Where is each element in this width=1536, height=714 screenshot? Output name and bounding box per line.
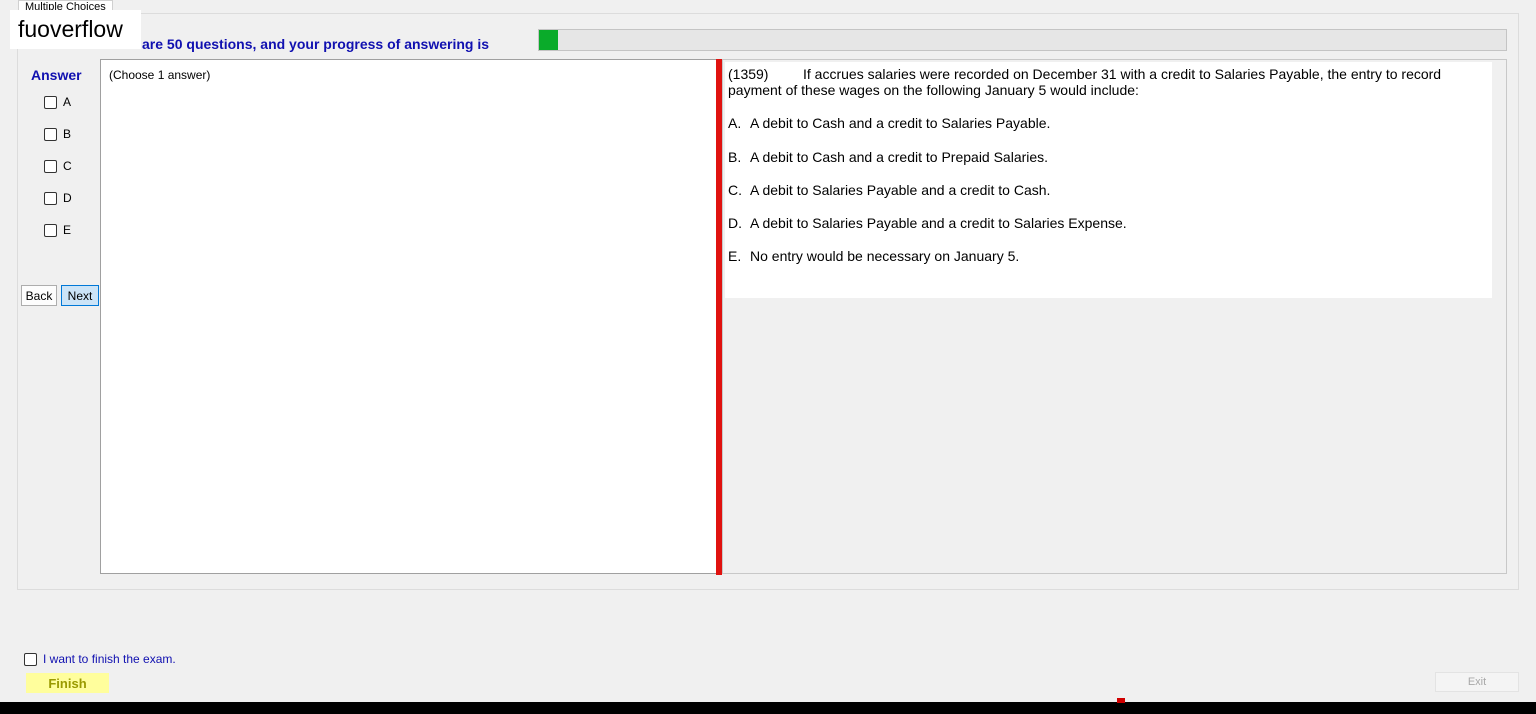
choice-letter: B.: [728, 149, 742, 165]
answer-checkbox-e[interactable]: [44, 223, 57, 237]
exit-button[interactable]: Exit: [1435, 672, 1519, 692]
choice-text: A debit to Cash and a credit to Prepaid …: [750, 149, 1049, 165]
question-text: If accrues salaries were recorded on Dec…: [728, 66, 1442, 98]
choose-instruction: (Choose 1 answer): [109, 68, 211, 82]
back-button[interactable]: Back: [21, 285, 57, 306]
finish-button[interactable]: Finish: [26, 673, 109, 693]
answer-option-d[interactable]: D: [44, 191, 72, 205]
answer-option-label: A: [63, 95, 72, 109]
answer-option-label: B: [63, 127, 72, 141]
progress-bar: [538, 29, 1507, 51]
question-number: (1359): [728, 66, 769, 82]
choice-letter: E.: [728, 248, 742, 264]
choice-letter: A.: [728, 115, 742, 131]
finish-exam-checkbox[interactable]: [24, 652, 37, 666]
answer-checkbox-d[interactable]: [44, 191, 57, 205]
answer-checkbox-a[interactable]: [44, 95, 57, 109]
answer-pane[interactable]: (Choose 1 answer): [100, 59, 717, 574]
finish-exam-option[interactable]: I want to finish the exam.: [24, 652, 176, 666]
choice-text: A debit to Cash and a credit to Salaries…: [750, 115, 1051, 131]
question-pane[interactable]: (1359) If accrues salaries were recorded …: [722, 59, 1507, 574]
answer-option-label: E: [63, 223, 72, 237]
answer-option-e[interactable]: E: [44, 223, 71, 237]
answer-option-label: C: [63, 159, 72, 173]
watermark: fuoverflow: [10, 10, 141, 49]
choice-text: A debit to Salaries Payable and a credit…: [750, 215, 1127, 231]
answer-heading: Answer: [31, 67, 82, 83]
question-choice: E. No entry would be necessary on January…: [728, 248, 1019, 264]
finish-exam-label: I want to finish the exam.: [43, 652, 176, 666]
answer-checkbox-b[interactable]: [44, 127, 57, 141]
progress-text: There are 50 questions, and your progres…: [100, 36, 489, 52]
question-choice: C. A debit to Salaries Payable and a cred…: [728, 182, 1050, 198]
choice-text: No entry would be necessary on January 5…: [750, 248, 1020, 264]
question-stem: (1359) If accrues salaries were recorded …: [728, 66, 1468, 98]
choice-letter: D.: [728, 215, 742, 231]
next-button[interactable]: Next: [61, 285, 99, 306]
choice-letter: C.: [728, 182, 742, 198]
question-box: (1359) If accrues salaries were recorded …: [725, 62, 1492, 298]
taskbar-indicator: [1117, 698, 1125, 703]
question-choice: A. A debit to Cash and a credit to Salari…: [728, 115, 1050, 131]
choice-text: A debit to Salaries Payable and a credit…: [750, 182, 1051, 198]
answer-option-b[interactable]: B: [44, 127, 71, 141]
question-choice: D. A debit to Salaries Payable and a cred…: [728, 215, 1127, 231]
answer-option-c[interactable]: C: [44, 159, 72, 173]
answer-checkbox-c[interactable]: [44, 159, 57, 173]
answer-option-label: D: [63, 191, 72, 205]
taskbar-strip: [0, 702, 1536, 714]
answer-option-a[interactable]: A: [44, 95, 71, 109]
progress-bar-fill: [539, 30, 559, 50]
question-choice: B. A debit to Cash and a credit to Prepai…: [728, 149, 1048, 165]
